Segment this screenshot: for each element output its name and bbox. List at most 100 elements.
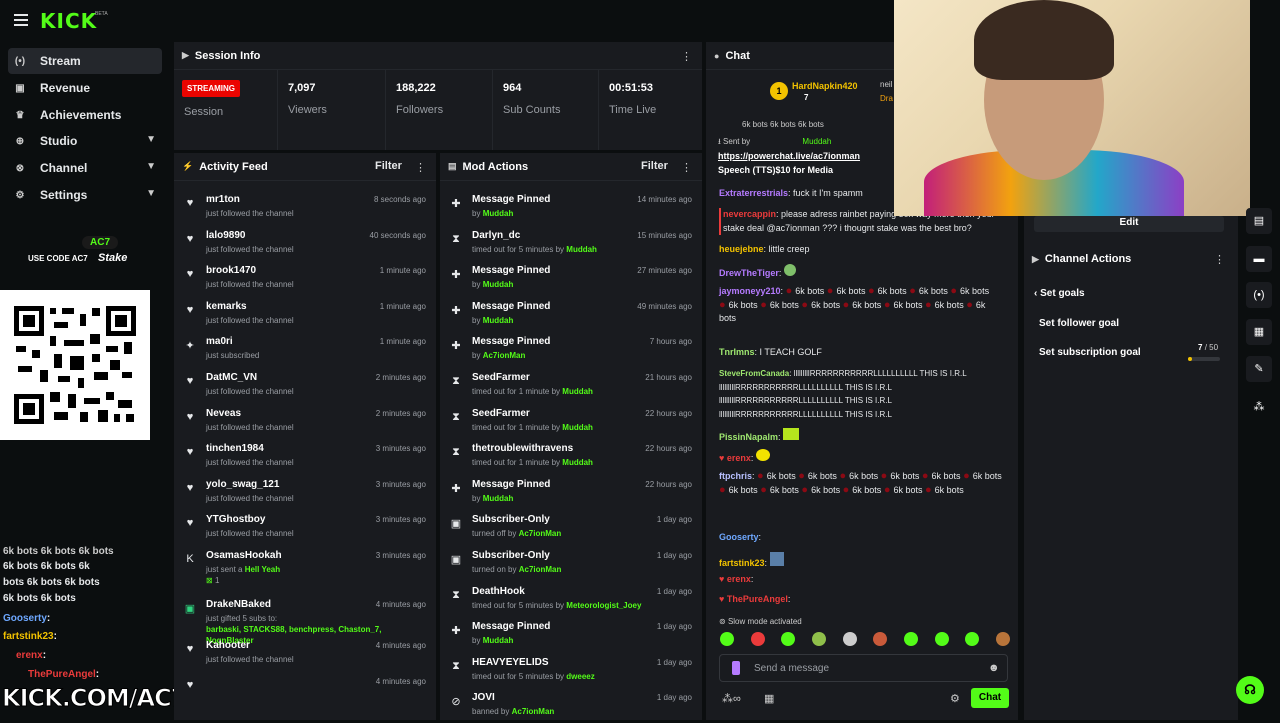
mod-action-item[interactable]: ✚ Message Pinned by Muddah 27 minutes ag… — [440, 260, 702, 296]
filter-button[interactable]: Filter — [375, 160, 402, 172]
activity-time: 8 seconds ago — [373, 195, 426, 204]
activity-description: just followed the channel — [206, 315, 294, 325]
more-options-icon[interactable]: ⋮ — [681, 161, 692, 174]
nav-channel[interactable]: ⊗ Channel ▼ — [8, 155, 162, 181]
set-follower-goal[interactable]: Set follower goal — [1039, 318, 1119, 329]
emoji-icon[interactable]: ☻ — [988, 662, 1000, 674]
activity-item[interactable]: ♥ lalo9890 just followed the channel 40 … — [174, 225, 436, 261]
mod-action-item[interactable]: ✚ Message Pinned by Muddah 22 hours ago — [440, 474, 702, 510]
activity-item[interactable]: K OsamasHookah just sent a Hell Yeah ⊠ 1… — [174, 545, 436, 585]
mod-action-detail: by Muddah — [472, 209, 514, 218]
panel-title: Chat — [725, 49, 750, 62]
more-options-icon[interactable]: ⋮ — [415, 161, 426, 174]
mod-action-item[interactable]: ✚ Message Pinned by Muddah 49 minutes ag… — [440, 296, 702, 332]
activity-item[interactable]: ♥ tinchen1984 just followed the channel … — [174, 438, 436, 474]
more-options-icon[interactable]: ⋮ — [1214, 253, 1225, 266]
mod-action-title: SeedFarmer — [472, 372, 530, 383]
nav-stream[interactable]: (•) Stream — [8, 48, 162, 74]
activity-username[interactable]: Kahooter — [206, 640, 250, 651]
broadcast-icon[interactable]: (•) — [1246, 282, 1272, 308]
mod-action-item[interactable]: ⧗ SeedFarmer timed out for 1 minute by M… — [440, 367, 702, 403]
infinity-icon[interactable]: ⁂∞ — [722, 692, 741, 705]
activity-item[interactable]: ♥ Neveas just followed the channel 2 min… — [174, 403, 436, 439]
activity-username[interactable]: ma0ri — [206, 336, 233, 347]
send-chat-button[interactable]: Chat — [971, 688, 1009, 708]
activity-item[interactable]: ♥ kemarks just followed the channel 1 mi… — [174, 296, 436, 332]
activity-username[interactable]: DrakeNBaked — [206, 599, 271, 610]
mod-action-item[interactable]: ▣ Subscriber-Only turned on by Ac7ionMan… — [440, 545, 702, 581]
activity-username[interactable]: YTGhostboy — [206, 514, 265, 525]
gear-icon[interactable]: ⚙ — [950, 692, 960, 705]
mod-action-item[interactable]: ✚ Message Pinned by Ac7ionMan 7 hours ag… — [440, 331, 702, 367]
pinned-link[interactable]: https://powerchat.live/ac7ionman — [718, 151, 860, 161]
edit-button[interactable]: Edit — [1034, 216, 1224, 232]
activity-username[interactable]: yolo_swag_121 — [206, 479, 279, 490]
activity-item[interactable]: ♥ YTGhostboy just followed the channel 3… — [174, 509, 436, 545]
mod-action-item[interactable]: ⊘ JOVI banned by Ac7ionMan 1 day ago — [440, 687, 702, 723]
support-chat-icon[interactable]: ☊ — [1236, 676, 1264, 704]
activity-item[interactable]: ♥ yolo_swag_121 just followed the channe… — [174, 474, 436, 510]
nav-revenue[interactable]: ▣ Revenue — [8, 75, 162, 101]
mod-action-item[interactable]: ✚ Message Pinned by Muddah 14 minutes ag… — [440, 189, 702, 225]
mod-action-item[interactable]: ⧗ DeathHook timed out for 5 minutes by M… — [440, 581, 702, 617]
activity-username[interactable]: tinchen1984 — [206, 443, 264, 454]
activity-item[interactable]: ✦ ma0ri just subscribed 1 minute ago — [174, 331, 436, 367]
heart-icon: ♥ — [186, 197, 194, 209]
filter-button[interactable]: Filter — [641, 160, 668, 172]
activity-username[interactable]: kemarks — [206, 301, 247, 312]
activity-item[interactable]: ♥ Kahooter just followed the channel 4 m… — [174, 635, 436, 671]
emote-icon[interactable] — [842, 632, 857, 646]
emote-icon[interactable] — [934, 632, 949, 646]
layout-icon[interactable]: ▦ — [1246, 319, 1272, 345]
emote-icon[interactable] — [965, 632, 980, 646]
emote-icon[interactable] — [720, 632, 734, 646]
time-live-stat: 00:51:53 Time Live — [599, 70, 702, 150]
mod-action-item[interactable]: ⧗ thetroublewithravens timed out for 1 m… — [440, 438, 702, 474]
more-options-icon[interactable]: ⋮ — [681, 50, 692, 63]
mod-action-item[interactable]: ⧗ Darlyn_dc timed out for 5 minutes by M… — [440, 225, 702, 261]
nav-studio[interactable]: ⊕ Studio ▼ — [8, 128, 162, 154]
set-goals-back[interactable]: ‹ Set goals — [1034, 288, 1085, 299]
top-gifter-2: neil — [880, 80, 893, 89]
set-subscription-goal[interactable]: Set subscription goal — [1039, 347, 1141, 358]
top-gifter-name[interactable]: HardNapkin420 — [792, 81, 858, 91]
activity-username[interactable]: lalo9890 — [206, 230, 245, 241]
mod-action-item[interactable]: ⧗ SeedFarmer timed out for 1 minute by M… — [440, 403, 702, 439]
stat-value: 964 — [503, 82, 522, 94]
activity-item[interactable]: ♥ 4 minutes ago — [174, 671, 436, 707]
integrations-icon[interactable]: ⁂ — [1246, 394, 1272, 420]
mod-action-item[interactable]: ✚ Message Pinned by Muddah 1 day ago — [440, 616, 702, 652]
activity-username[interactable]: Neveas — [206, 408, 241, 419]
activity-username[interactable]: brook1470 — [206, 265, 256, 276]
emote-icon[interactable] — [781, 632, 796, 646]
activity-item[interactable]: ♥ brook1470 just followed the channel 1 … — [174, 260, 436, 296]
microphone-icon[interactable] — [732, 661, 740, 675]
emote-icon[interactable] — [903, 632, 918, 646]
activity-item[interactable]: ♥ mr1ton just followed the channel 8 sec… — [174, 189, 436, 225]
hamburger-menu-icon[interactable] — [14, 14, 28, 26]
kick-logo[interactable]: KICK — [40, 9, 97, 33]
emote-icon[interactable] — [811, 632, 826, 646]
nav-achievements[interactable]: ♛ Achievements — [8, 102, 162, 128]
hourglass-icon: ⧗ — [452, 588, 460, 601]
emote-icon[interactable] — [750, 632, 765, 646]
mod-action-title: JOVI — [472, 692, 495, 704]
emote-icon[interactable] — [995, 632, 1010, 646]
chat-bubble-icon[interactable]: ▬ — [1246, 246, 1272, 272]
stat-value: 00:51:53 — [609, 82, 654, 94]
document-icon[interactable]: ▤ — [1246, 208, 1272, 234]
activity-description: just followed the channel — [206, 529, 294, 539]
mod-action-item[interactable]: ⧗ HEAVYEYELIDS timed out for 5 minutes b… — [440, 652, 702, 688]
activity-username[interactable]: DatMC_VN — [206, 372, 257, 383]
chat-input[interactable]: Send a message ☻ — [719, 654, 1008, 682]
activity-username[interactable]: OsamasHookah — [206, 550, 282, 561]
activity-username[interactable]: mr1ton — [206, 194, 240, 205]
wrench-icon[interactable]: ✎ — [1246, 356, 1272, 382]
gift-icon[interactable]: ▦ — [764, 692, 774, 705]
emote-icon[interactable] — [873, 632, 888, 646]
activity-item[interactable]: ♥ DatMC_VN just followed the channel 2 m… — [174, 367, 436, 403]
nav-settings[interactable]: ⚙ Settings ▼ — [8, 182, 162, 208]
activity-time: 1 minute ago — [379, 301, 426, 311]
activity-item[interactable]: ▣ DrakeNBaked just gifted 5 subs to: bar… — [174, 594, 436, 645]
mod-action-item[interactable]: ▣ Subscriber-Only turned off by Ac7ionMa… — [440, 509, 702, 545]
